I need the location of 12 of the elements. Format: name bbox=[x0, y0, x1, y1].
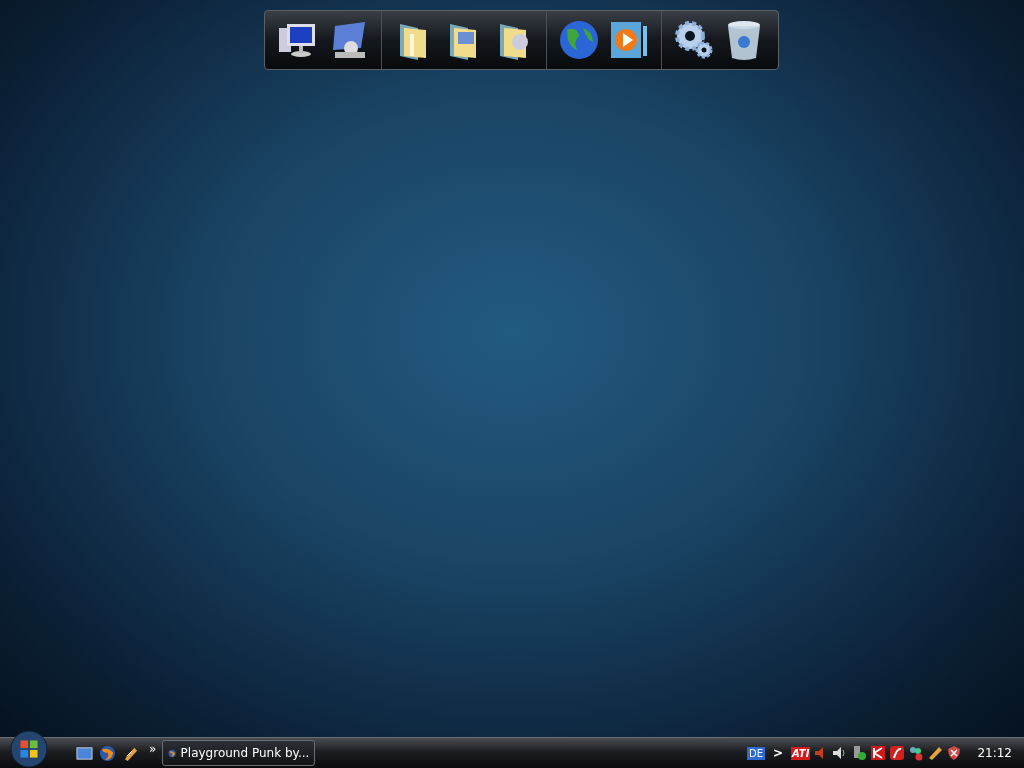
start-button[interactable] bbox=[10, 730, 48, 768]
graphics-tray-logo[interactable]: ATI bbox=[791, 746, 811, 760]
language-indicator[interactable]: DE bbox=[747, 746, 765, 760]
task-button[interactable]: Playground Punk by... bbox=[162, 740, 316, 766]
browser-icon[interactable] bbox=[99, 744, 116, 762]
more-chevron[interactable]: » bbox=[149, 742, 157, 756]
shield-x-icon[interactable] bbox=[946, 745, 963, 761]
expand-tray-arrow[interactable]: > bbox=[773, 746, 784, 760]
desktop-icon[interactable] bbox=[76, 744, 93, 762]
shield-k-icon[interactable] bbox=[870, 745, 887, 761]
tool-icon[interactable] bbox=[927, 745, 944, 761]
clock[interactable]: 21:12 bbox=[977, 746, 1012, 760]
